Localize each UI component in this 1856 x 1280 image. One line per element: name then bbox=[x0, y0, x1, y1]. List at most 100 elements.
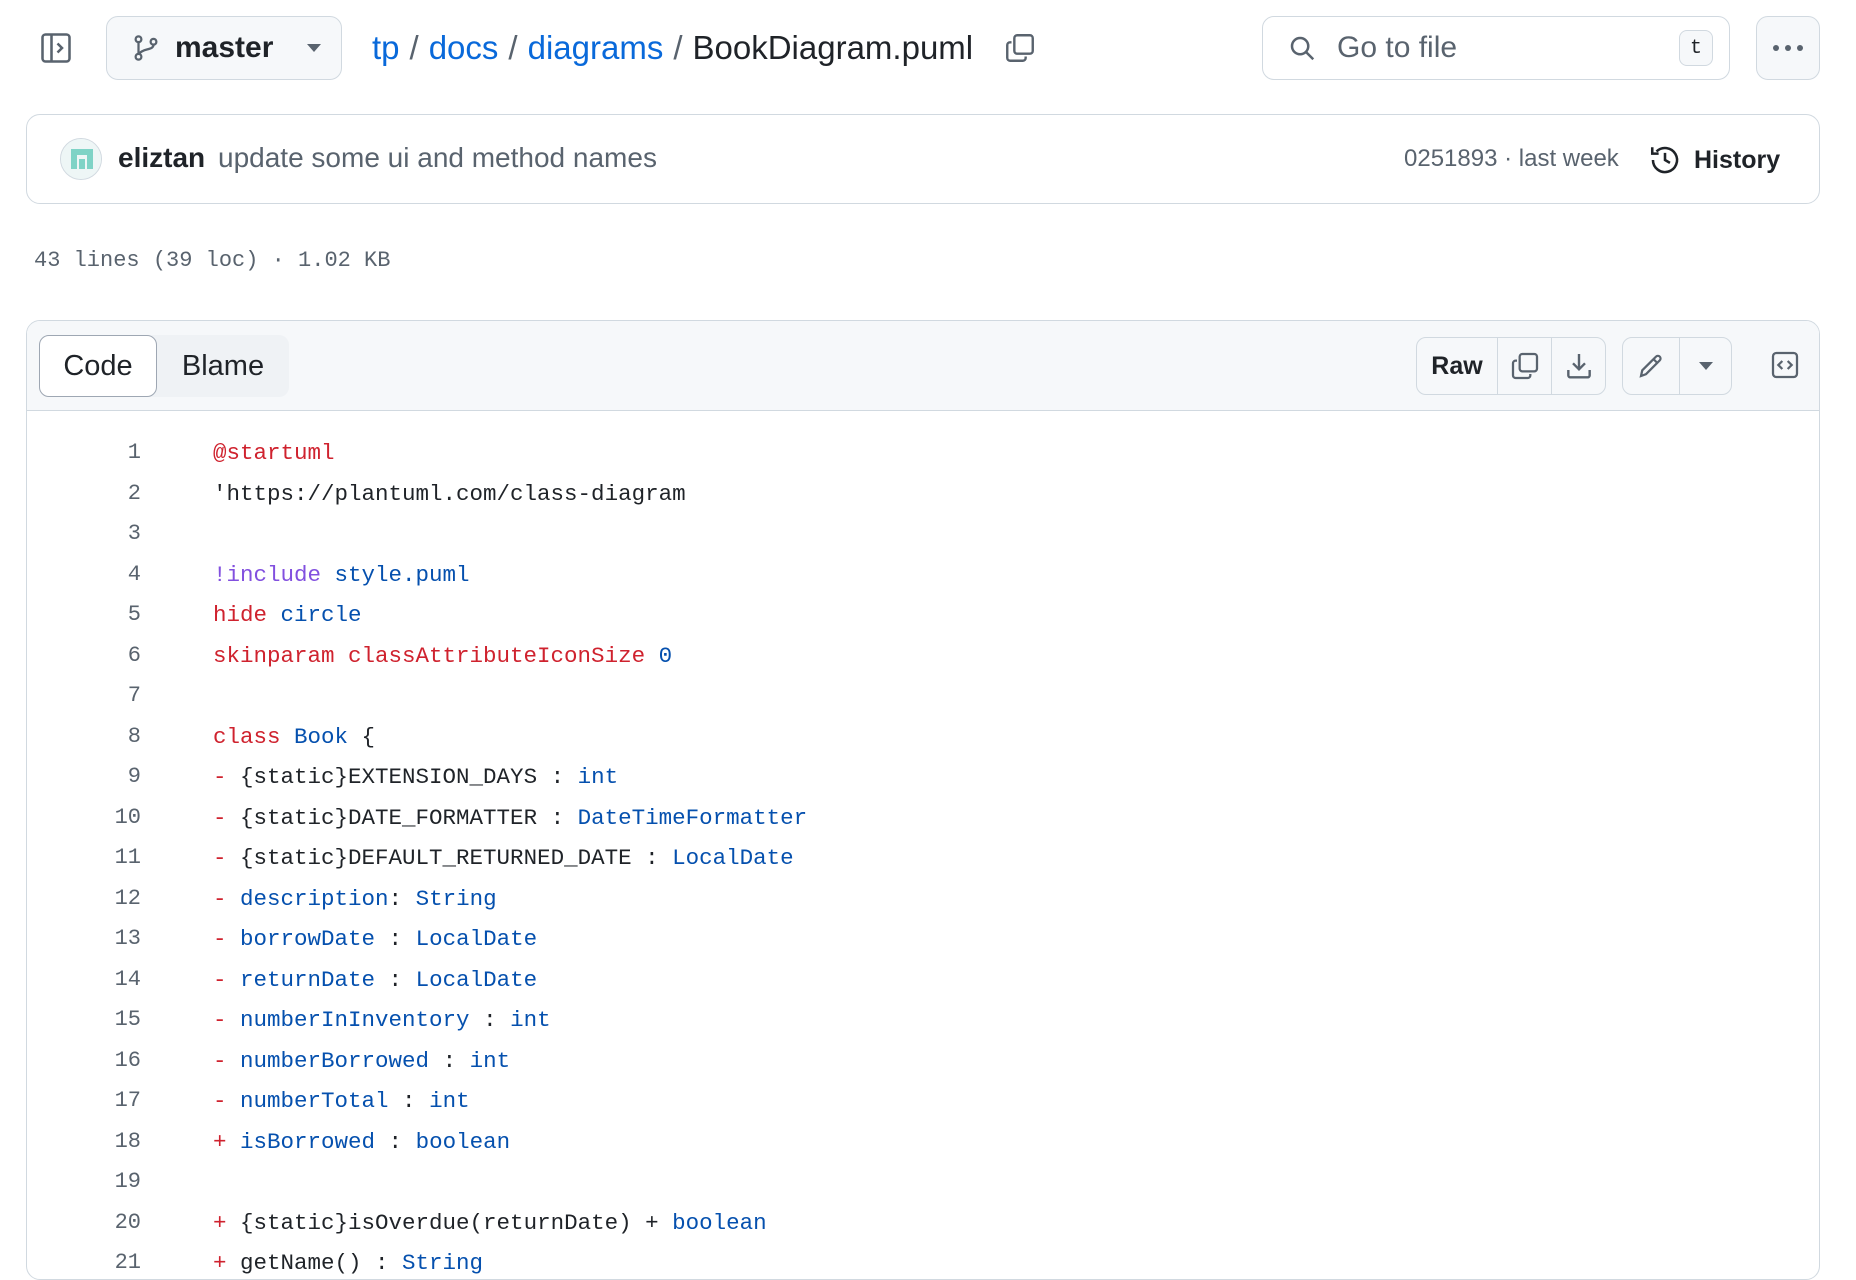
caret-down-icon bbox=[305, 42, 323, 54]
line-content: - {static}DEFAULT_RETURNED_DATE : LocalD… bbox=[213, 838, 794, 878]
code-token: - bbox=[213, 845, 227, 871]
code-token: - bbox=[213, 926, 227, 952]
copy-icon bbox=[1509, 350, 1541, 382]
line-number[interactable]: 4 bbox=[27, 555, 141, 595]
code-token: skinparam classAttributeIconSize bbox=[213, 642, 646, 669]
code-token: {static}EXTENSION_DAYS : bbox=[226, 764, 578, 790]
code-token: circle bbox=[267, 602, 362, 628]
copy-raw-button[interactable] bbox=[1497, 338, 1551, 394]
search-placeholder: Go to file bbox=[1337, 31, 1458, 64]
code-token: - bbox=[213, 885, 227, 912]
breadcrumb-link-tp[interactable]: tp bbox=[372, 29, 400, 67]
copy-icon bbox=[1003, 31, 1037, 65]
code-token: DateTimeFormatter bbox=[577, 804, 808, 831]
line-content: - numberTotal : int bbox=[213, 1081, 470, 1121]
line-number[interactable]: 2 bbox=[27, 474, 141, 514]
code-line: 19 bbox=[27, 1162, 1819, 1203]
line-number[interactable]: 10 bbox=[27, 798, 141, 838]
code-token: LocalDate bbox=[672, 845, 794, 871]
code-token: returnDate bbox=[226, 966, 376, 993]
more-options-button[interactable] bbox=[1756, 16, 1820, 80]
code-line: 11 - {static}DEFAULT_RETURNED_DATE : Loca… bbox=[27, 838, 1819, 879]
code-token: 'https://plantuml.com/class-diagram bbox=[213, 480, 686, 507]
code-line: 9 - {static}EXTENSION_DAYS : int bbox=[27, 757, 1819, 798]
edit-options-button[interactable] bbox=[1679, 338, 1731, 394]
code-token: String bbox=[402, 1250, 484, 1276]
code-line: 6 skinparam classAttributeIconSize 0 bbox=[27, 636, 1819, 677]
line-number[interactable]: 11 bbox=[27, 838, 141, 878]
code-line: 17 - numberTotal : int bbox=[27, 1081, 1819, 1122]
line-content: hide circle bbox=[213, 595, 362, 635]
commit-sha-time[interactable]: 0251893 · last week bbox=[1404, 145, 1619, 173]
line-number[interactable]: 19 bbox=[27, 1162, 141, 1202]
breadcrumb-file-name: BookDiagram.puml bbox=[692, 29, 974, 66]
view-mode-tabs: Code Blame bbox=[39, 335, 289, 397]
line-number[interactable]: 12 bbox=[27, 879, 141, 919]
search-icon bbox=[1287, 33, 1317, 63]
raw-label: Raw bbox=[1431, 351, 1483, 380]
line-number[interactable]: 16 bbox=[27, 1041, 141, 1081]
go-to-file-search[interactable]: Go to file t bbox=[1262, 16, 1730, 80]
line-number[interactable]: 5 bbox=[27, 595, 141, 635]
line-number[interactable]: 14 bbox=[27, 960, 141, 1000]
code-token: int bbox=[510, 1007, 551, 1033]
symbols-panel-button[interactable] bbox=[1757, 337, 1813, 393]
code-token: : bbox=[469, 1007, 511, 1033]
line-number[interactable]: 18 bbox=[27, 1122, 141, 1162]
copy-path-button[interactable] bbox=[1000, 26, 1040, 70]
tab-blame[interactable]: Blame bbox=[157, 335, 289, 397]
code-token: int bbox=[577, 764, 619, 790]
code-token: @startuml bbox=[213, 440, 335, 466]
code-token: - bbox=[213, 804, 227, 831]
sidebar-toggle-button[interactable] bbox=[36, 24, 76, 72]
tab-code[interactable]: Code bbox=[39, 335, 157, 397]
breadcrumb-separator: / bbox=[673, 29, 683, 66]
download-button[interactable] bbox=[1551, 338, 1605, 394]
line-content: @startuml bbox=[213, 433, 335, 473]
code-token: { bbox=[348, 723, 376, 750]
avatar[interactable] bbox=[60, 138, 102, 180]
code-line: 13 - borrowDate : LocalDate bbox=[27, 919, 1819, 960]
code-token: - bbox=[213, 1047, 227, 1074]
line-number[interactable]: 3 bbox=[27, 514, 141, 554]
code-line: 16 - numberBorrowed : int bbox=[27, 1041, 1819, 1082]
line-number[interactable]: 8 bbox=[27, 717, 141, 757]
line-content: + isBorrowed : boolean bbox=[213, 1122, 510, 1162]
breadcrumb-link-diagrams[interactable]: diagrams bbox=[528, 29, 664, 67]
line-content: - numberBorrowed : int bbox=[213, 1041, 510, 1081]
code-token: {static}DATE_FORMATTER : bbox=[226, 804, 578, 831]
line-content: - {static}DATE_FORMATTER : DateTimeForma… bbox=[213, 798, 807, 838]
code-token: : bbox=[375, 926, 416, 952]
branch-name: master bbox=[175, 31, 274, 64]
line-number[interactable]: 7 bbox=[27, 676, 141, 716]
line-number[interactable]: 1 bbox=[27, 433, 141, 473]
line-content: 'https://plantuml.com/class-diagram bbox=[213, 474, 686, 514]
symbols-button-wrap bbox=[1757, 337, 1813, 395]
code-line: 10 - {static}DATE_FORMATTER : DateTimeFor… bbox=[27, 798, 1819, 839]
line-number[interactable]: 20 bbox=[27, 1203, 141, 1243]
line-number[interactable]: 21 bbox=[27, 1243, 141, 1279]
commit-author[interactable]: eliztan bbox=[118, 142, 205, 174]
code-line: 7 bbox=[27, 676, 1819, 717]
sidebar-toggle-icon bbox=[38, 30, 74, 66]
code-token: - bbox=[213, 1088, 227, 1114]
code-token: - bbox=[213, 1007, 227, 1033]
line-number[interactable]: 17 bbox=[27, 1081, 141, 1121]
line-number[interactable]: 13 bbox=[27, 919, 141, 959]
branch-selector[interactable]: master bbox=[106, 16, 342, 80]
code-token: LocalDate bbox=[415, 966, 538, 993]
commit-message[interactable]: update some ui and method names bbox=[218, 142, 657, 174]
code-line: 15 - numberInInventory : int bbox=[27, 1000, 1819, 1041]
code-token: String bbox=[415, 885, 497, 912]
history-button[interactable]: History bbox=[1648, 138, 1780, 182]
line-number[interactable]: 6 bbox=[27, 636, 141, 676]
breadcrumb-link-docs[interactable]: docs bbox=[429, 29, 499, 67]
raw-button[interactable]: Raw bbox=[1417, 338, 1497, 394]
line-number[interactable]: 9 bbox=[27, 757, 141, 797]
line-content: class Book { bbox=[213, 717, 375, 757]
line-content: - returnDate : LocalDate bbox=[213, 960, 537, 1000]
edit-button[interactable] bbox=[1623, 338, 1679, 394]
line-number[interactable]: 15 bbox=[27, 1000, 141, 1040]
code-line: 2 'https://plantuml.com/class-diagram bbox=[27, 474, 1819, 515]
code-token: {static}isOverdue(returnDate) + bbox=[226, 1209, 673, 1236]
